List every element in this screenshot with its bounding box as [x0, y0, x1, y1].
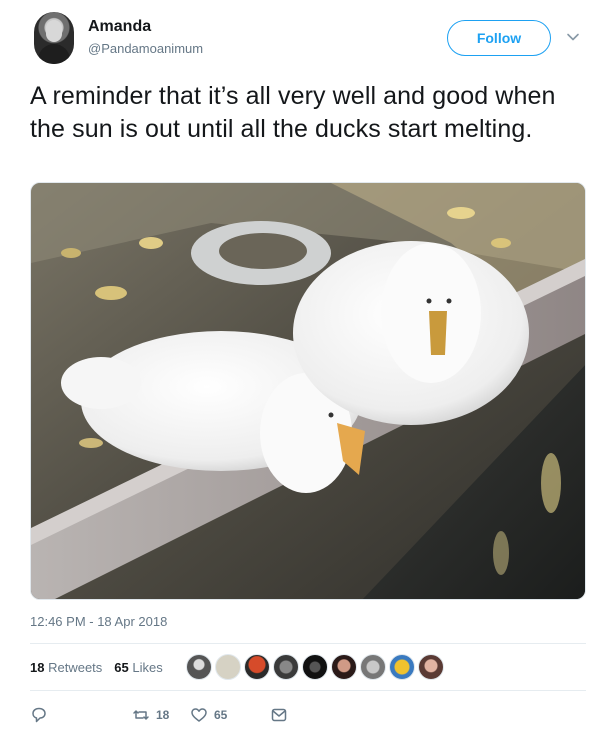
likes-count: 65 [114, 660, 129, 675]
likes-stat[interactable]: 65 Likes [114, 660, 162, 675]
divider [30, 690, 586, 691]
tweet-timestamp[interactable]: 12:46 PM - 18 Apr 2018 [30, 614, 167, 629]
like-count: 65 [214, 708, 228, 722]
liker-avatar[interactable] [360, 654, 386, 680]
liker-avatar[interactable] [215, 654, 241, 680]
retweets-label: Retweets [48, 660, 103, 675]
liker-avatar[interactable] [418, 654, 444, 680]
ducks-photo [31, 183, 585, 599]
liker-avatar[interactable] [244, 654, 270, 680]
like-button[interactable]: 65 [190, 704, 227, 726]
user-display-name[interactable]: Amanda [88, 18, 151, 36]
tweet-photo[interactable] [30, 182, 586, 600]
chevron-down-icon[interactable] [566, 30, 580, 44]
user-handle[interactable]: @Pandamoanimum [88, 41, 203, 56]
engagement-stats: 18 Retweets 65 Likes [30, 660, 163, 675]
liker-avatar[interactable] [302, 654, 328, 680]
retweet-button[interactable]: 18 [132, 704, 169, 726]
avatar-shoulders [38, 44, 70, 64]
reply-icon [32, 707, 46, 723]
heart-icon [191, 708, 207, 722]
dm-button[interactable] [270, 704, 288, 726]
follow-button[interactable]: Follow [447, 20, 551, 56]
retweets-count: 18 [30, 660, 45, 675]
liker-avatar[interactable] [389, 654, 415, 680]
retweet-icon [133, 710, 149, 720]
reply-button[interactable] [30, 704, 48, 726]
divider [30, 643, 586, 644]
envelope-icon [271, 708, 287, 722]
avatar-face [46, 20, 62, 42]
liker-avatar[interactable] [273, 654, 299, 680]
tweet-card: Amanda @Pandamoanimum Follow A reminder … [0, 0, 606, 750]
tweet-actions: 18 65 [30, 704, 586, 726]
tweet-text: A reminder that it’s all very well and g… [30, 82, 556, 143]
liker-avatar[interactable] [331, 654, 357, 680]
avatar[interactable] [34, 12, 74, 64]
liker-avatar[interactable] [186, 654, 212, 680]
liker-avatars [186, 654, 444, 684]
likes-label: Likes [132, 660, 163, 675]
retweet-count: 18 [156, 708, 170, 722]
retweets-stat[interactable]: 18 Retweets [30, 660, 102, 675]
